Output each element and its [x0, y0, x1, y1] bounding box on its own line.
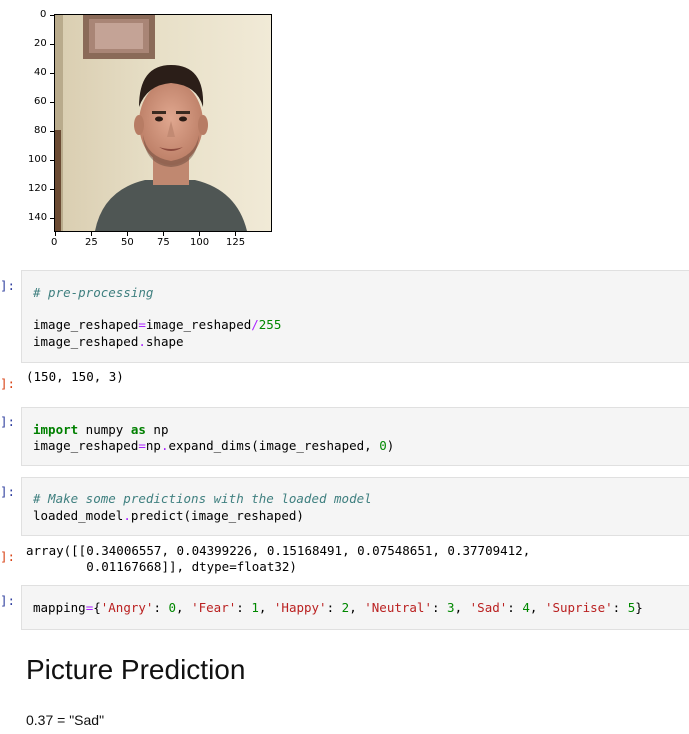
code-line: import numpy as np	[33, 422, 169, 437]
cell-output: (150, 150, 3)	[26, 369, 124, 384]
y-tick-label: 80	[34, 125, 47, 136]
x-tick-label: 25	[85, 237, 98, 248]
x-tick-label: 125	[226, 237, 246, 248]
code-line: image_reshaped=np.expand_dims(image_resh…	[33, 438, 395, 453]
y-tick-label: 120	[28, 183, 48, 194]
cell-prompt: ]:	[0, 484, 16, 499]
code-line: image_reshaped.shape	[33, 334, 184, 349]
y-tick-label: 40	[34, 67, 47, 78]
face-photo	[54, 14, 272, 232]
code-comment: # pre-processing	[33, 285, 154, 300]
y-tick-label: 140	[28, 212, 48, 223]
x-tick-label: 50	[121, 237, 134, 248]
y-tick-label: 60	[34, 96, 47, 107]
cell-prompt: ]:	[0, 593, 16, 608]
x-tick-label: 0	[51, 237, 58, 248]
cell-output: array([[0.34006557, 0.04399226, 0.151684…	[26, 543, 531, 558]
y-tick-label: 100	[28, 154, 48, 165]
code-line: mapping={'Angry': 0, 'Fear': 1, 'Happy':…	[33, 600, 643, 615]
face-photo-image	[55, 15, 271, 231]
x-tick-label: 75	[157, 237, 170, 248]
x-tick-label: 100	[190, 237, 210, 248]
code-line: loaded_model.predict(image_reshaped)	[33, 508, 304, 523]
cell-output: 0.01167668]], dtype=float32)	[26, 559, 297, 574]
output-prompt: ]:	[0, 549, 16, 564]
code-comment: # Make some predictions with the loaded …	[33, 491, 372, 506]
output-prompt: ]:	[0, 376, 16, 391]
cell-prompt: ]:	[0, 278, 16, 293]
code-cell-import[interactable]: import numpy as np image_reshaped=np.exp…	[21, 407, 689, 466]
cell-prompt: ]:	[0, 414, 16, 429]
y-tick-label: 20	[34, 38, 47, 49]
code-cell-predict[interactable]: # Make some predictions with the loaded …	[21, 477, 689, 536]
code-line: image_reshaped=image_reshaped/255	[33, 317, 282, 332]
code-cell-preprocessing[interactable]: # pre-processing image_reshaped=image_re…	[21, 270, 689, 363]
code-cell-mapping[interactable]: mapping={'Angry': 0, 'Fear': 1, 'Happy':…	[21, 585, 689, 630]
y-tick-label: 0	[40, 9, 47, 20]
markdown-text: 0.37 = "Sad"	[26, 712, 105, 728]
markdown-heading: Picture Prediction	[26, 654, 246, 685]
